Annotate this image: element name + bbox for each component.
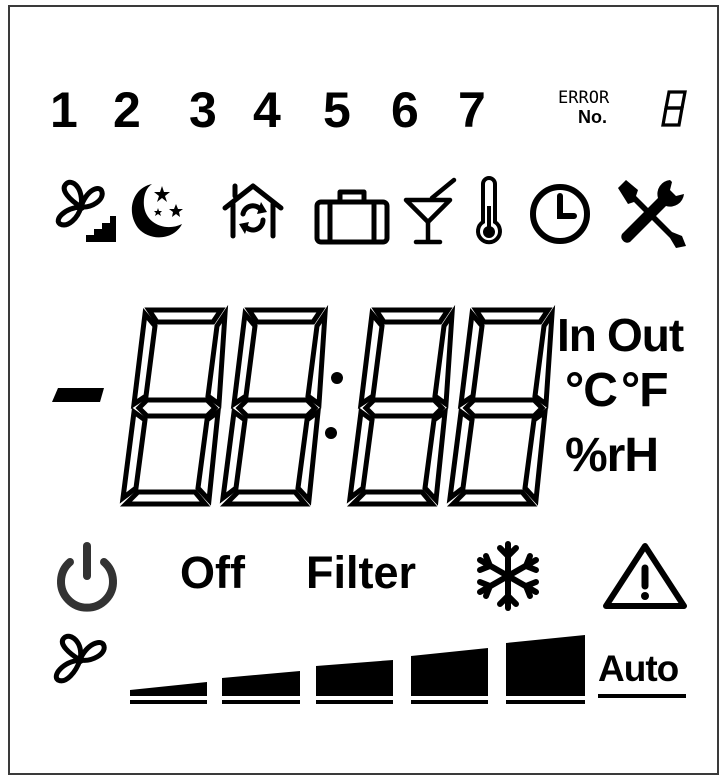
auto-underline	[598, 694, 686, 698]
fan-speed-underline-2	[222, 700, 300, 704]
fan-speed-underline-3	[316, 700, 393, 704]
fan-auto-label: Auto	[598, 648, 679, 689]
fan-speed-bar-1	[130, 682, 207, 696]
fan-speed-bar-5	[506, 635, 585, 696]
fan-speed-bar-3	[316, 660, 393, 696]
fan-speed-underline-4	[411, 700, 488, 704]
fan-speed-bar-4	[411, 648, 488, 696]
fan-speed-underline-1	[130, 700, 207, 704]
fan-speed-bar-2	[222, 671, 300, 696]
fan-speed-underline-5	[506, 700, 585, 704]
